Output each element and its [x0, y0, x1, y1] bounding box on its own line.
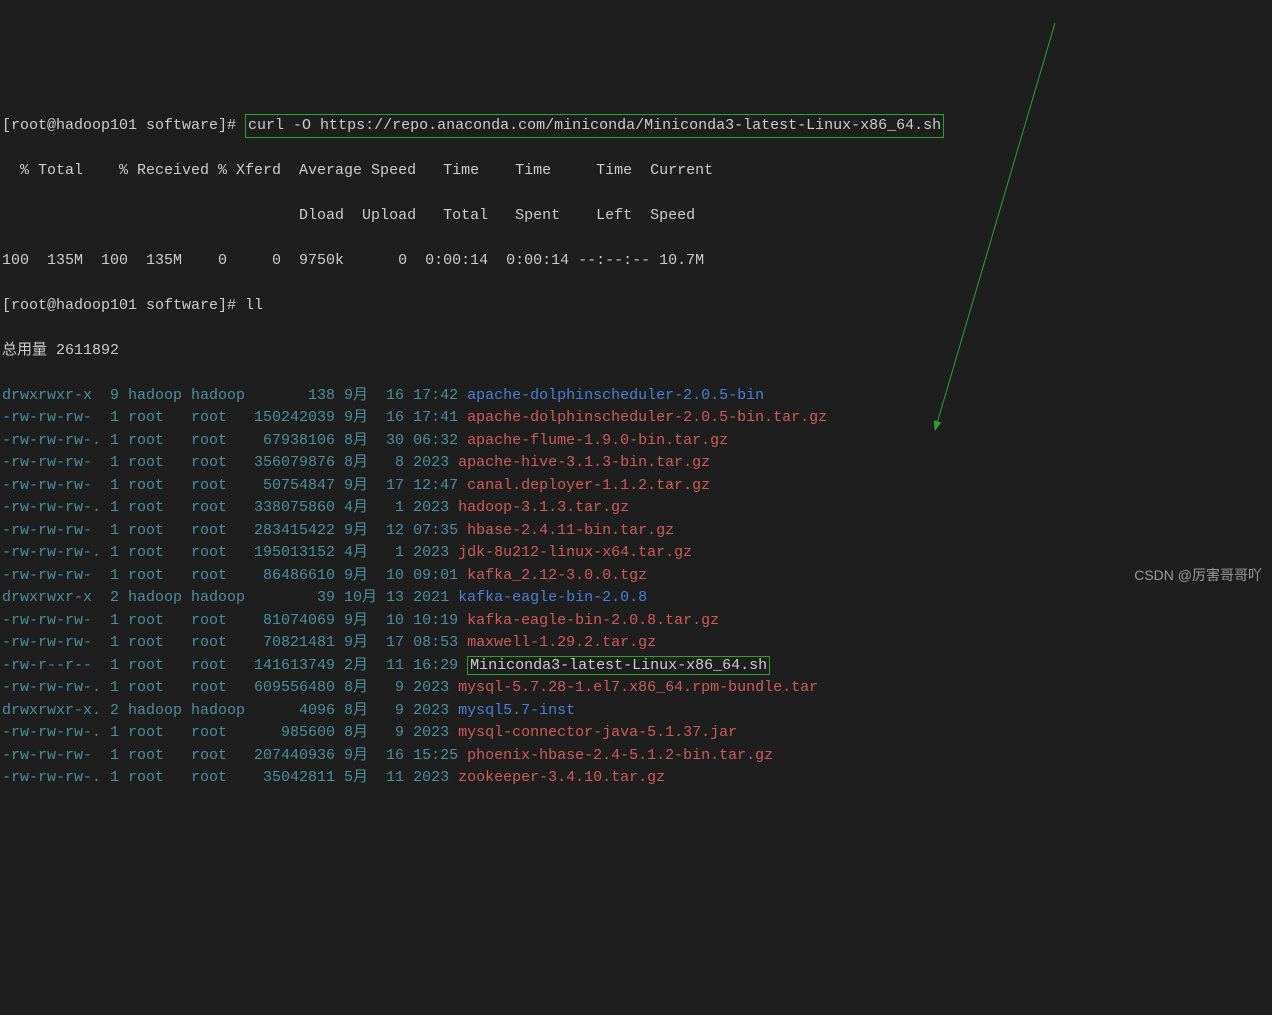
file-row: -rw-rw-rw-. 1 root root 195013152 4月 1 2…: [2, 542, 1270, 565]
file-name: apache-flume-1.9.0-bin.tar.gz: [467, 432, 728, 449]
file-row: -rw-rw-rw-. 1 root root 67938106 8月 30 0…: [2, 430, 1270, 453]
file-row: -rw-rw-rw- 1 root root 283415422 9月 12 0…: [2, 520, 1270, 543]
ll-command-line: [root@hadoop101 software]# ll: [2, 295, 1270, 318]
file-name: mysql-connector-java-5.1.37.jar: [458, 724, 737, 741]
file-row: drwxrwxr-x. 2 hadoop hadoop 4096 8月 9 20…: [2, 700, 1270, 723]
file-meta: -rw-rw-rw-. 1 root root 195013152 4月 1 2…: [2, 544, 458, 561]
terminal-output[interactable]: [root@hadoop101 software]# curl -O https…: [2, 92, 1270, 812]
curl-header-2: Dload Upload Total Spent Left Speed: [2, 205, 1270, 228]
curl-command-highlight: curl -O https://repo.anaconda.com/minico…: [245, 114, 944, 139]
file-name: mysql5.7-inst: [458, 702, 575, 719]
file-row: -rw-rw-rw- 1 root root 150242039 9月 16 1…: [2, 407, 1270, 430]
file-name: apache-dolphinscheduler-2.0.5-bin: [467, 387, 764, 404]
file-row: -rw-rw-rw-. 1 root root 35042811 5月 11 2…: [2, 767, 1270, 790]
file-meta: drwxrwxr-x 2 hadoop hadoop 39 10月 13 202…: [2, 589, 458, 606]
ll-command: ll: [245, 297, 263, 314]
file-row: -rw-rw-rw- 1 root root 50754847 9月 17 12…: [2, 475, 1270, 498]
file-meta: -rw-rw-rw- 1 root root 150242039 9月 16 1…: [2, 409, 467, 426]
file-name: zookeeper-3.4.10.tar.gz: [458, 769, 665, 786]
file-name: phoenix-hbase-2.4-5.1.2-bin.tar.gz: [467, 747, 773, 764]
total-line: 总用量 2611892: [2, 340, 1270, 363]
watermark-text: CSDN @厉害哥哥吖: [1134, 565, 1262, 586]
file-name: Miniconda3-latest-Linux-x86_64.sh: [470, 657, 767, 674]
file-meta: -rw-rw-rw- 1 root root 207440936 9月 16 1…: [2, 747, 467, 764]
miniconda-highlight: Miniconda3-latest-Linux-x86_64.sh: [467, 656, 770, 675]
file-meta: -rw-rw-rw- 1 root root 283415422 9月 12 0…: [2, 522, 467, 539]
file-row: -rw-rw-rw-. 1 root root 985600 8月 9 2023…: [2, 722, 1270, 745]
file-row: -rw-r--r-- 1 root root 141613749 2月 11 1…: [2, 655, 1270, 678]
file-meta: -rw-rw-rw-. 1 root root 985600 8月 9 2023: [2, 724, 458, 741]
file-meta: -rw-rw-rw- 1 root root 50754847 9月 17 12…: [2, 477, 467, 494]
curl-header-1: % Total % Received % Xferd Average Speed…: [2, 160, 1270, 183]
file-name: hbase-2.4.11-bin.tar.gz: [467, 522, 674, 539]
file-meta: -rw-rw-rw- 1 root root 86486610 9月 10 09…: [2, 567, 467, 584]
file-meta: -rw-rw-rw- 1 root root 81074069 9月 10 10…: [2, 612, 467, 629]
file-row: -rw-rw-rw- 1 root root 207440936 9月 16 1…: [2, 745, 1270, 768]
shell-prompt: [root@hadoop101 software]#: [2, 297, 245, 314]
file-name: jdk-8u212-linux-x64.tar.gz: [458, 544, 692, 561]
file-name: mysql-5.7.28-1.el7.x86_64.rpm-bundle.tar: [458, 679, 818, 696]
file-row: drwxrwxr-x 2 hadoop hadoop 39 10月 13 202…: [2, 587, 1270, 610]
file-name: canal.deployer-1.1.2.tar.gz: [467, 477, 710, 494]
file-meta: drwxrwxr-x. 2 hadoop hadoop 4096 8月 9 20…: [2, 702, 458, 719]
file-name: kafka_2.12-3.0.0.tgz: [467, 567, 647, 584]
file-row: drwxrwxr-x 9 hadoop hadoop 138 9月 16 17:…: [2, 385, 1270, 408]
file-row: -rw-rw-rw- 1 root root 356079876 8月 8 20…: [2, 452, 1270, 475]
file-meta: -rw-rw-rw- 1 root root 70821481 9月 17 08…: [2, 634, 467, 651]
file-meta: -rw-rw-rw-. 1 root root 35042811 5月 11 2…: [2, 769, 458, 786]
file-meta: -rw-rw-rw-. 1 root root 338075860 4月 1 2…: [2, 499, 458, 516]
file-row: -rw-rw-rw- 1 root root 70821481 9月 17 08…: [2, 632, 1270, 655]
file-row: -rw-rw-rw-. 1 root root 338075860 4月 1 2…: [2, 497, 1270, 520]
curl-progress: 100 135M 100 135M 0 0 9750k 0 0:00:14 0:…: [2, 250, 1270, 273]
file-meta: -rw-r--r-- 1 root root 141613749 2月 11 1…: [2, 657, 467, 674]
curl-command-line: [root@hadoop101 software]# curl -O https…: [2, 115, 1270, 138]
file-name: apache-dolphinscheduler-2.0.5-bin.tar.gz: [467, 409, 827, 426]
file-name: apache-hive-3.1.3-bin.tar.gz: [458, 454, 710, 471]
file-row: -rw-rw-rw- 1 root root 81074069 9月 10 10…: [2, 610, 1270, 633]
file-name: kafka-eagle-bin-2.0.8: [458, 589, 647, 606]
file-row: -rw-rw-rw-. 1 root root 609556480 8月 9 2…: [2, 677, 1270, 700]
file-row: -rw-rw-rw- 1 root root 86486610 9月 10 09…: [2, 565, 1270, 588]
file-meta: -rw-rw-rw-. 1 root root 67938106 8月 30 0…: [2, 432, 467, 449]
file-name: maxwell-1.29.2.tar.gz: [467, 634, 656, 651]
file-meta: -rw-rw-rw- 1 root root 356079876 8月 8 20…: [2, 454, 458, 471]
file-name: kafka-eagle-bin-2.0.8.tar.gz: [467, 612, 719, 629]
file-listing: drwxrwxr-x 9 hadoop hadoop 138 9月 16 17:…: [2, 385, 1270, 790]
shell-prompt: [root@hadoop101 software]#: [2, 117, 245, 134]
file-meta: -rw-rw-rw-. 1 root root 609556480 8月 9 2…: [2, 679, 458, 696]
file-name: hadoop-3.1.3.tar.gz: [458, 499, 629, 516]
file-meta: drwxrwxr-x 9 hadoop hadoop 138 9月 16 17:…: [2, 387, 467, 404]
